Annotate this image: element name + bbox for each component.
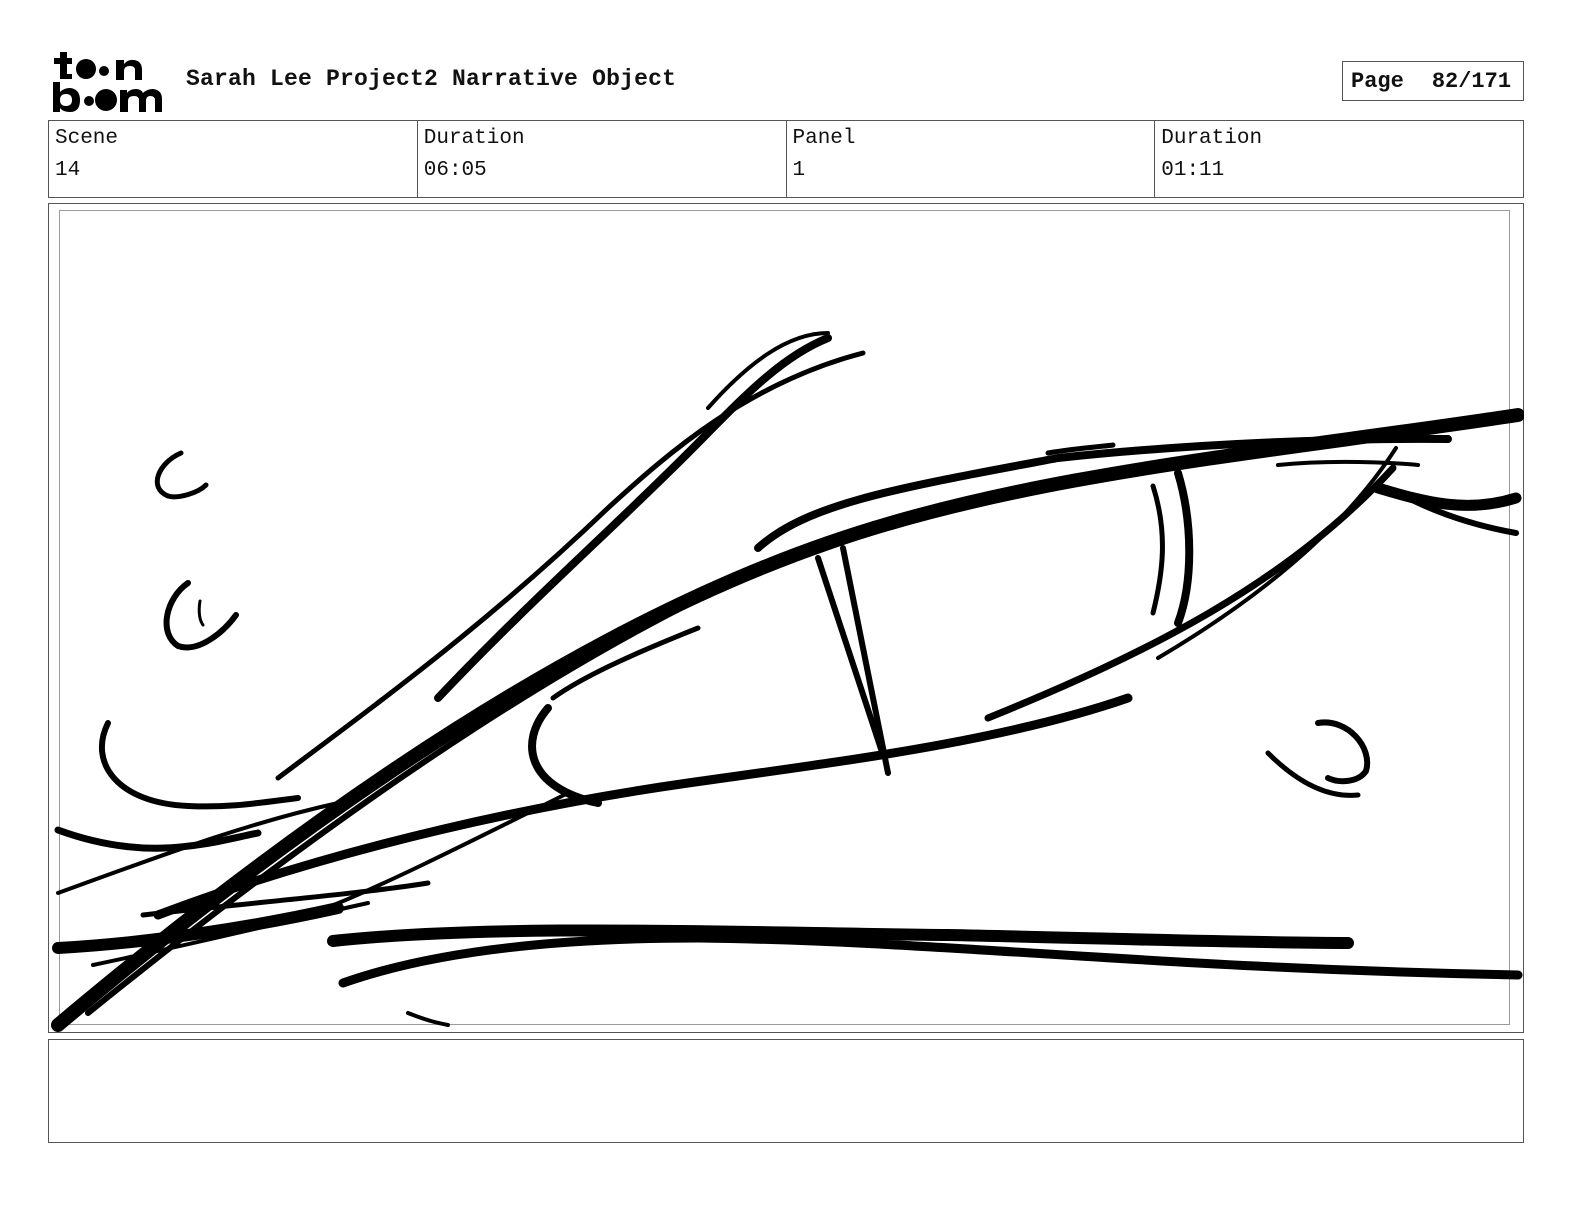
panel-value: 1: [792, 159, 806, 182]
panel-duration-label: Duration: [1161, 127, 1263, 150]
scene-value: 14: [55, 159, 81, 182]
panel-duration-cell: Duration 01:11: [1155, 121, 1523, 197]
notes-box: [48, 1039, 1524, 1143]
page-number: 82/171: [1431, 68, 1512, 94]
scene-duration-cell: Duration 06:05: [418, 121, 787, 197]
toon-boom-logo: [53, 52, 162, 112]
panel-label: Panel: [792, 127, 856, 150]
page-label: Page: [1351, 68, 1404, 94]
scene-duration-value: 06:05: [423, 159, 487, 182]
project-title: Sarah Lee Project2 Narrative Object: [186, 66, 677, 92]
scene-label: Scene: [55, 127, 119, 150]
scene-info-table: Scene 14 Duration 06:05 Panel 1 Duration…: [48, 120, 1524, 198]
panel-duration-value: 01:11: [1161, 159, 1225, 182]
panel-cell: Panel 1: [787, 121, 1156, 197]
page-indicator: Page 82/171: [1342, 61, 1524, 101]
storyboard-sketch-eye-icon: [51, 331, 1524, 1032]
scene-duration-label: Duration: [423, 127, 525, 150]
scene-cell: Scene 14: [49, 121, 418, 197]
